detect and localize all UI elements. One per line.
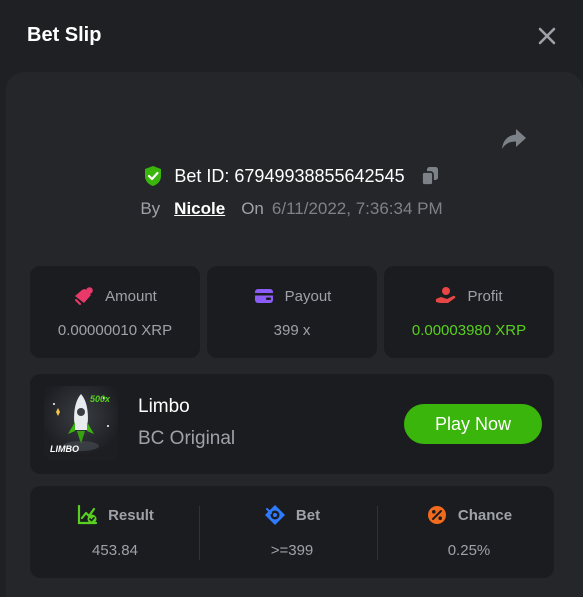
payout-value: 399 x bbox=[273, 322, 311, 339]
close-icon bbox=[538, 27, 556, 45]
chance-header: Chance bbox=[384, 504, 554, 526]
game-card: 500x LIMBO Limbo BC Original Play Now bbox=[30, 374, 554, 474]
modal-title: Bet Slip bbox=[27, 24, 102, 46]
result-card: Result 453.84 Bet >=399 Chance 0.25% bbox=[30, 486, 554, 578]
payout-header: Payout bbox=[207, 286, 377, 306]
bet-datetime: 6/11/2022, 7:36:34 PM bbox=[271, 199, 443, 218]
result-header: Result bbox=[30, 504, 200, 526]
bet-meta-row: By Nicole On 6/11/2022, 7:36:34 PM bbox=[0, 196, 583, 222]
copy-icon bbox=[420, 166, 439, 186]
share-icon bbox=[501, 128, 527, 150]
hand-coin-icon bbox=[435, 285, 457, 307]
close-button[interactable] bbox=[533, 22, 561, 50]
percent-icon bbox=[426, 504, 448, 526]
amount-card: Amount 0.00000010 XRP bbox=[30, 266, 200, 358]
chart-check-icon bbox=[76, 504, 98, 526]
amount-header: Amount bbox=[30, 286, 200, 306]
profit-label: Profit bbox=[467, 287, 503, 305]
bet-slip-modal: Bet Slip Bet ID: 67949938855642545 By Ni… bbox=[0, 0, 583, 597]
payout-label: Payout bbox=[284, 287, 332, 305]
by-label: By bbox=[140, 199, 161, 218]
bet-value: >=399 bbox=[270, 542, 314, 559]
divider bbox=[199, 506, 200, 560]
on-label: On bbox=[241, 199, 264, 218]
chance-column: Chance 0.25% bbox=[384, 486, 554, 578]
thumb-badge: 500x bbox=[89, 394, 110, 404]
game-subtitle: BC Original bbox=[138, 428, 236, 449]
modal-header: Bet Slip bbox=[0, 0, 583, 72]
game-thumbnail[interactable]: 500x LIMBO bbox=[44, 386, 118, 460]
bet-id: Bet ID: 67949938855642545 bbox=[174, 165, 405, 186]
bet-label: Bet bbox=[295, 506, 321, 524]
share-button[interactable] bbox=[499, 124, 529, 154]
result-column: Result 453.84 bbox=[30, 486, 200, 578]
divider bbox=[377, 506, 378, 560]
profit-value: 0.00003980 XRP bbox=[411, 322, 527, 339]
chance-label: Chance bbox=[457, 506, 513, 524]
target-icon bbox=[264, 504, 286, 526]
bet-id-row: Bet ID: 67949938855642545 bbox=[0, 162, 583, 190]
amount-label: Amount bbox=[105, 287, 157, 305]
shield-check-icon bbox=[142, 165, 164, 187]
payout-card: Payout 399 x bbox=[207, 266, 377, 358]
game-name: Limbo bbox=[138, 396, 190, 417]
profit-card: Profit 0.00003980 XRP bbox=[384, 266, 554, 358]
bet-column: Bet >=399 bbox=[207, 486, 377, 578]
bet-header: Bet bbox=[207, 504, 377, 526]
amount-value: 0.00000010 XRP bbox=[57, 322, 173, 339]
copy-button[interactable] bbox=[419, 165, 441, 187]
play-now-button[interactable]: Play Now bbox=[404, 404, 542, 444]
result-value: 453.84 bbox=[92, 542, 138, 559]
money-bag-icon bbox=[73, 285, 95, 307]
user-link[interactable]: Nicole bbox=[174, 199, 225, 219]
profit-header: Profit bbox=[384, 286, 554, 306]
chance-value: 0.25% bbox=[447, 542, 491, 559]
thumb-label: LIMBO bbox=[50, 444, 79, 454]
wallet-icon bbox=[253, 285, 275, 307]
result-label: Result bbox=[108, 506, 154, 524]
